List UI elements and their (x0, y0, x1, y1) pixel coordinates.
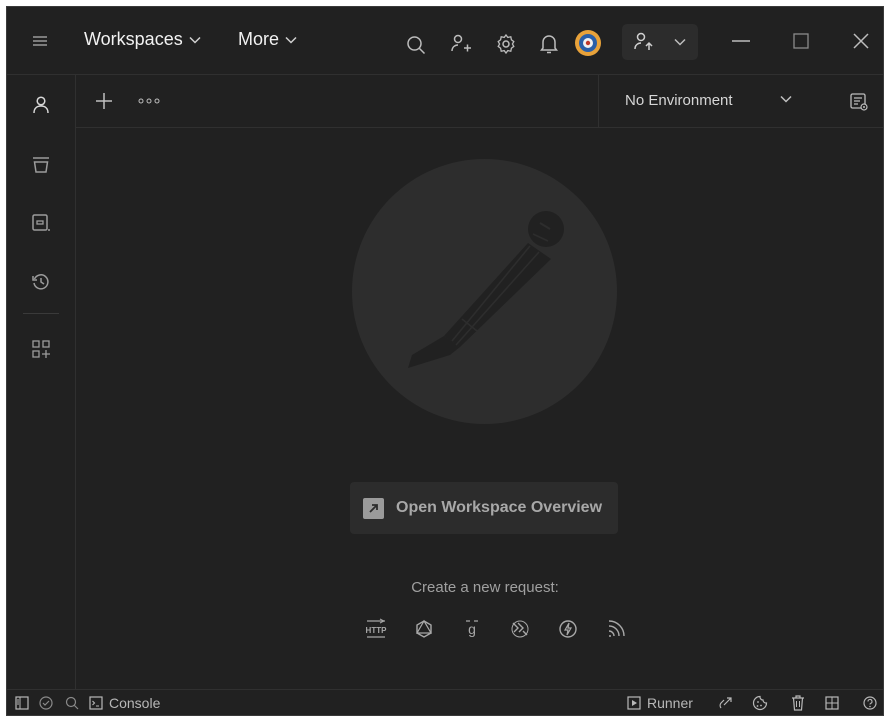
online-status-icon[interactable] (39, 692, 53, 714)
play-icon (627, 696, 641, 710)
http-icon[interactable]: HTTP (352, 615, 400, 643)
account-switcher[interactable] (622, 24, 698, 60)
sidebar-divider (23, 313, 59, 314)
proxy-icon[interactable] (718, 692, 734, 714)
chevron-down-icon (776, 89, 796, 109)
close-button[interactable] (846, 29, 876, 53)
mock-server-icon (32, 214, 50, 231)
workspaces-label: Workspaces (84, 29, 183, 49)
chevron-down-icon (672, 36, 688, 48)
tab-options-button[interactable] (136, 93, 162, 109)
console-button[interactable]: Console (89, 692, 160, 714)
new-tab-button[interactable] (92, 89, 116, 113)
mqtt-icon[interactable] (592, 615, 640, 643)
avatar[interactable] (573, 28, 603, 58)
cookies-icon[interactable] (752, 692, 768, 714)
status-bar: Console Runner (7, 689, 883, 715)
overview-button-label: Open Workspace Overview (396, 499, 603, 516)
minimize-button[interactable] (726, 29, 756, 53)
console-icon (89, 696, 103, 710)
request-type-list: HTTP g (352, 615, 640, 643)
app-window: Workspaces More No Environment Open Work… (6, 6, 884, 716)
sidebar (7, 75, 76, 689)
settings-icon[interactable] (494, 32, 518, 56)
help-icon[interactable] (863, 692, 877, 714)
add-apps-icon (32, 340, 50, 358)
environment-quick-look-icon[interactable] (847, 90, 871, 114)
chevron-down-icon (189, 36, 201, 44)
plus-icon (96, 93, 112, 109)
search-icon[interactable] (404, 33, 428, 57)
toggle-sidebar-icon[interactable] (15, 692, 29, 714)
open-external-icon (363, 497, 384, 519)
svg-text:HTTP: HTTP (366, 626, 388, 635)
environment-label: No Environment (625, 92, 733, 109)
more-menu[interactable]: More (238, 29, 297, 50)
user-icon (33, 96, 49, 114)
websocket-icon[interactable] (496, 615, 544, 643)
tab-bar: No Environment (76, 75, 883, 128)
graphql-icon[interactable] (400, 615, 448, 643)
chevron-down-icon (285, 36, 297, 44)
sidebar-item-add-apps[interactable] (7, 329, 75, 369)
postman-logo (352, 159, 617, 424)
grpc-icon[interactable]: g (448, 615, 496, 643)
console-label: Console (109, 695, 161, 711)
maximize-button[interactable] (786, 29, 816, 53)
notifications-bell-icon[interactable] (537, 32, 561, 56)
runner-button[interactable]: Runner (627, 692, 693, 714)
sidebar-item-user[interactable] (7, 85, 75, 125)
socketio-icon[interactable] (544, 615, 592, 643)
collections-icon (33, 157, 49, 173)
title-bar: Workspaces More (7, 7, 883, 75)
history-icon (32, 274, 49, 290)
trash-icon[interactable] (791, 692, 805, 714)
user-icon (632, 31, 656, 53)
find-replace-icon[interactable] (65, 692, 79, 714)
environment-selector[interactable]: No Environment (598, 75, 804, 127)
more-options-icon (138, 98, 160, 104)
workspaces-menu[interactable]: Workspaces (84, 29, 201, 50)
menu-icon[interactable] (27, 29, 53, 53)
open-workspace-overview-button[interactable]: Open Workspace Overview (350, 482, 618, 534)
more-label: More (238, 29, 280, 49)
sidebar-item-mock-servers[interactable] (7, 203, 75, 243)
two-pane-view-icon[interactable] (825, 692, 839, 714)
sidebar-item-history[interactable] (7, 262, 75, 302)
sidebar-item-collections[interactable] (7, 145, 75, 185)
svg-text:g: g (468, 621, 476, 637)
invite-user-icon[interactable] (449, 32, 473, 56)
create-request-label: Create a new request: (411, 579, 559, 596)
runner-label: Runner (647, 695, 693, 711)
